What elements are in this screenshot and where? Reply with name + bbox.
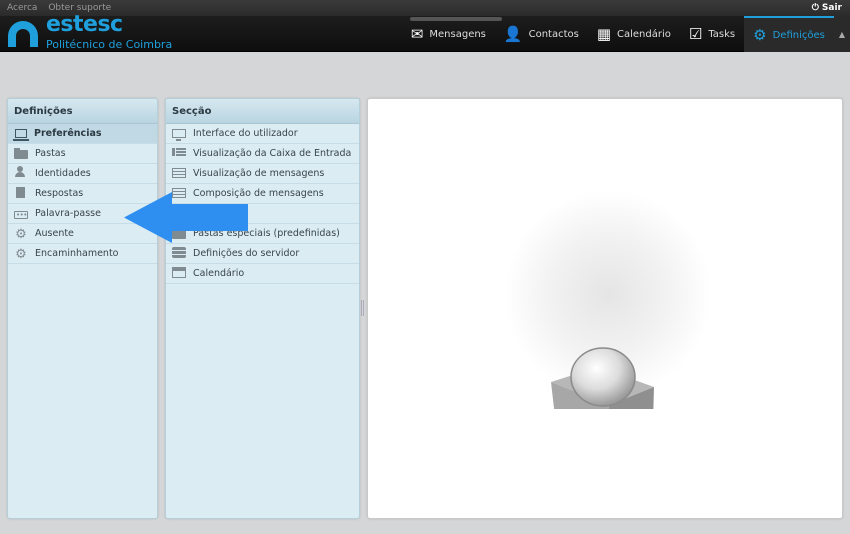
section-item-ui[interactable]: Interface do utilizador: [166, 124, 359, 144]
about-link[interactable]: Acerca: [7, 3, 37, 13]
nav-more-button[interactable]: ▲: [833, 16, 850, 52]
pane-splitter[interactable]: [361, 300, 364, 316]
settings-item-label: Ausente: [35, 228, 74, 239]
settings-item-forwarding[interactable]: ⚙ Encaminhamento: [8, 244, 157, 264]
power-icon: ⏻: [811, 3, 819, 13]
folder-icon: [14, 148, 28, 159]
nav-calendar-label: Calendário: [617, 28, 671, 40]
logo-mark-icon: [8, 21, 38, 47]
monitor-icon: [172, 129, 186, 141]
logo-subtitle: Politécnico de Coimbra: [46, 38, 173, 51]
settings-pane: Definições Preferências Pastas Identidad…: [7, 98, 158, 519]
section-item-server[interactable]: Definições do servidor: [166, 244, 359, 264]
pointer-arrow-icon: [124, 192, 248, 243]
checkbox-icon: ☑: [688, 24, 703, 43]
nav-tasks[interactable]: ☑ Tasks: [680, 16, 744, 52]
section-pane: Secção Interface do utilizador Visualiza…: [165, 98, 360, 519]
logo[interactable]: estesc Politécnico de Coimbra: [6, 12, 206, 52]
calendar-icon: [172, 267, 186, 278]
server-icon: [172, 247, 186, 258]
settings-item-preferences[interactable]: Preferências: [8, 124, 157, 144]
chevron-up-icon: ▲: [838, 29, 845, 39]
logo-brand: estesc: [46, 12, 123, 37]
watermark: [503, 189, 713, 409]
nav-contacts[interactable]: 👤 Contactos: [495, 16, 588, 52]
gear-icon: ⚙: [753, 25, 767, 44]
settings-pane-title: Definições: [8, 99, 157, 124]
section-item-label: Calendário: [193, 268, 245, 279]
roundcube-watermark-icon: [551, 347, 654, 409]
rows-icon: [172, 146, 186, 158]
settings-item-label: Preferências: [34, 128, 102, 139]
message-view-icon: [172, 168, 186, 178]
nav-settings[interactable]: ⚙ Definições: [744, 16, 834, 52]
logout-button[interactable]: ⏻ Sair: [812, 3, 842, 13]
top-utility-bar: Acerca Obter suporte ⏻ Sair: [0, 0, 850, 16]
section-item-label: Visualização de mensagens: [193, 168, 325, 179]
settings-item-identities[interactable]: Identidades: [8, 164, 157, 184]
person-icon: 👤: [503, 24, 523, 43]
logout-label: Sair: [821, 3, 842, 13]
settings-item-label: Palavra-passe: [35, 208, 101, 219]
nav-mail-label: Mensagens: [429, 28, 486, 40]
password-icon: [14, 205, 28, 225]
section-item-message-view[interactable]: Visualização de mensagens: [166, 164, 359, 184]
preferences-content-pane: [367, 98, 843, 519]
settings-item-label: Identidades: [35, 168, 91, 179]
settings-item-folders[interactable]: Pastas: [8, 144, 157, 164]
nav-mail[interactable]: ✉ Mensagens: [402, 16, 495, 52]
person-icon: [14, 166, 28, 178]
envelope-icon: ✉: [410, 24, 424, 43]
section-item-calendar[interactable]: Calendário: [166, 264, 359, 284]
laptop-icon: [13, 129, 29, 141]
section-item-label: Definições do servidor: [193, 248, 300, 259]
document-icon: [16, 187, 25, 198]
section-item-label: Visualização da Caixa de Entrada: [193, 148, 352, 159]
gear-icon: ⚙: [15, 247, 27, 262]
section-item-inbox-view[interactable]: Visualização da Caixa de Entrada: [166, 144, 359, 164]
nav-calendar[interactable]: ▦ Calendário: [588, 16, 680, 52]
settings-item-label: Respostas: [35, 188, 84, 199]
main-navigation: ✉ Mensagens 👤 Contactos ▦ Calendário ☑ T…: [402, 16, 850, 52]
nav-tasks-label: Tasks: [708, 28, 736, 40]
settings-item-label: Pastas: [35, 148, 66, 159]
section-pane-title: Secção: [166, 99, 359, 124]
calendar-icon: ▦: [596, 24, 612, 43]
settings-item-label: Encaminhamento: [35, 248, 119, 259]
header: estesc Politécnico de Coimbra ✉ Mensagen…: [0, 12, 850, 52]
section-item-label: Interface do utilizador: [193, 128, 298, 139]
nav-settings-label: Definições: [772, 29, 825, 41]
gear-icon: ⚙: [15, 227, 27, 242]
nav-contacts-label: Contactos: [528, 28, 579, 40]
